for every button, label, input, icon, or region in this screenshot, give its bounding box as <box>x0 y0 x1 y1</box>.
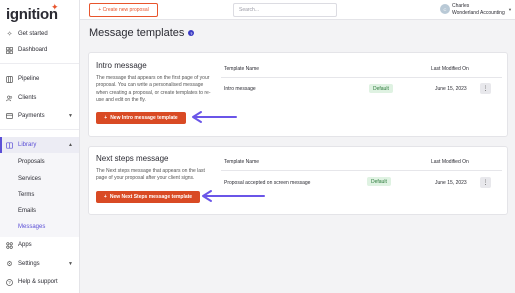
sidebar-item-payments[interactable]: Payments ▼ <box>0 108 79 124</box>
page-title: Message templates ? <box>89 27 195 39</box>
more-options-button[interactable]: ⋮ <box>480 177 491 188</box>
plus-icon: + <box>104 115 108 121</box>
chevron-down-icon: ▼ <box>68 261 73 267</box>
sidebar-item-settings[interactable]: ⚙ Settings ▼ <box>0 256 79 272</box>
card-description: The message that appears on the first pa… <box>96 75 211 103</box>
user-org[interactable]: Wonderland Accounting <box>452 10 505 16</box>
chevron-down-icon: ▼ <box>68 113 73 119</box>
status-badge: Default <box>369 84 393 93</box>
sidebar-item-label: Clients <box>18 95 37 101</box>
sidebar-item-label: Pipeline <box>18 76 40 82</box>
sidebar-sub-messages[interactable]: Messages <box>18 224 45 230</box>
sidebar-item-apps[interactable]: Apps <box>0 237 79 253</box>
apps-icon <box>6 241 13 249</box>
card-title: Intro message <box>96 61 147 70</box>
divider <box>0 63 79 64</box>
users-icon <box>6 95 13 102</box>
divider <box>0 129 79 130</box>
book-icon <box>6 141 13 149</box>
plus-icon: + <box>103 194 107 200</box>
user-name[interactable]: Charles <box>452 3 469 9</box>
button-label: New Next Steps message template <box>109 194 193 200</box>
sidebar-item-get-started[interactable]: ✧ Get started <box>0 26 79 42</box>
sidebar-item-label: Dashboard <box>18 47 48 53</box>
next-steps-message-card: Next steps message The Next steps messag… <box>88 146 508 215</box>
sidebar-item-label: Help & support <box>18 279 58 285</box>
sidebar-sub-emails[interactable]: Emails <box>18 208 36 214</box>
chevron-down-icon[interactable]: ▼ <box>508 7 512 12</box>
sidebar-item-pipeline[interactable]: Pipeline <box>0 71 79 87</box>
column-header-modified: Last Modified On <box>431 66 469 72</box>
more-options-button[interactable]: ⋮ <box>480 83 491 94</box>
page-title-text: Message templates <box>89 27 185 39</box>
pipeline-icon <box>6 75 13 83</box>
sidebar-sub-terms[interactable]: Terms <box>18 192 34 198</box>
help-circle-icon[interactable]: ? <box>188 30 195 36</box>
column-header-name: Template Name <box>224 66 260 72</box>
sidebar-item-dashboard[interactable]: Dashboard <box>0 42 79 58</box>
sidebar-sub-services[interactable]: Services <box>18 176 41 182</box>
sidebar-item-library[interactable]: Library ▲ <box>0 137 79 153</box>
grid-icon <box>6 46 13 54</box>
column-header-name: Template Name <box>224 159 260 165</box>
sidebar-item-label: Settings <box>18 261 40 267</box>
annotation-arrow <box>202 190 265 202</box>
avatar[interactable]: C <box>440 4 450 14</box>
svg-text:?: ? <box>8 280 11 285</box>
annotation-arrow <box>192 111 237 123</box>
sidebar-item-label: Apps <box>18 242 32 248</box>
sidebar-item-label: Get started <box>18 31 48 37</box>
sidebar-item-help[interactable]: ? Help & support <box>0 274 79 290</box>
status-badge: Default <box>367 177 391 186</box>
sidebar-item-label: Payments <box>18 113 45 119</box>
divider <box>221 170 502 171</box>
card-title: Next steps message <box>96 154 169 163</box>
new-next-steps-template-button[interactable]: + New Next Steps message template <box>96 191 200 203</box>
sidebar-item-clients[interactable]: Clients <box>0 90 79 106</box>
help-icon: ? <box>6 278 13 286</box>
logo-star-icon: ✦ <box>51 2 59 12</box>
button-label: New Intro message template <box>110 115 178 121</box>
column-header-modified: Last Modified On <box>431 159 469 165</box>
chevron-up-icon: ▲ <box>68 142 73 148</box>
new-intro-template-button[interactable]: + New Intro message template <box>96 112 186 124</box>
ignition-logo[interactable]: ignition <box>6 6 58 23</box>
search-input[interactable]: Search... <box>233 3 337 17</box>
sidebar-sub-proposals[interactable]: Proposals <box>18 159 45 165</box>
sparkle-icon: ✧ <box>6 31 13 38</box>
sidebar: ignition ✦ ✧ Get started Dashboard Pipel… <box>0 0 80 293</box>
template-name[interactable]: Intro message <box>224 86 256 92</box>
gear-icon: ⚙ <box>6 261 13 268</box>
sidebar-item-label: Library <box>18 142 37 148</box>
create-proposal-button[interactable]: + Create new proposal <box>89 3 158 17</box>
modified-date: June 15, 2023 <box>435 180 467 186</box>
modified-date: June 15, 2023 <box>435 86 467 92</box>
divider <box>221 77 502 78</box>
card-icon <box>6 113 13 120</box>
template-name[interactable]: Proposal accepted on screen message <box>224 180 310 186</box>
card-description: The Next steps message that appears on t… <box>96 168 205 182</box>
intro-message-card: Intro message The message that appears o… <box>88 52 508 137</box>
